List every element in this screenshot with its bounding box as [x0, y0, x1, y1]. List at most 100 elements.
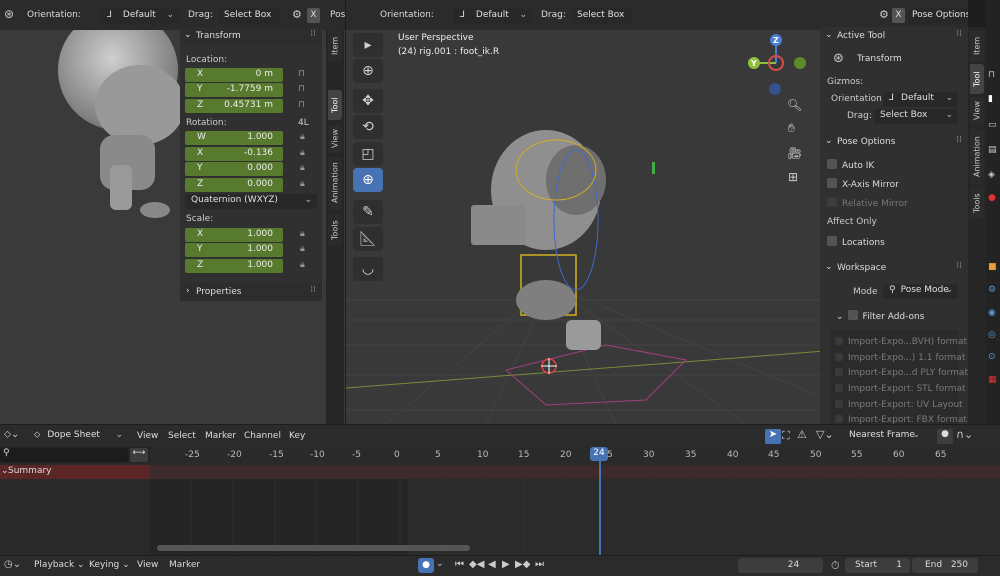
world-props-icon[interactable]: ●: [988, 193, 996, 203]
drag-handle-icon[interactable]: ⁞⁞: [956, 135, 962, 145]
pan-hand-icon[interactable]: ✋︎: [788, 121, 795, 136]
rotation-mode-dropdown[interactable]: Quaternion (WXYZ) ⌄: [185, 194, 317, 209]
play-reverse-icon[interactable]: ◀: [488, 559, 496, 570]
gizmo-drag-dropdown[interactable]: Select Box ⌄: [874, 109, 958, 124]
unlock-icon[interactable]: ⊓: [298, 69, 305, 79]
jump-start-icon[interactable]: ⏮: [455, 559, 464, 570]
annotate-tool[interactable]: ✎: [353, 200, 383, 224]
unlock-icon[interactable]: ⊓: [298, 100, 305, 110]
location-x-field[interactable]: X 0 m: [185, 68, 283, 82]
render-props-icon[interactable]: ▮: [988, 94, 993, 104]
tab-animation[interactable]: Animation: [970, 129, 984, 184]
editor-type-icon[interactable]: ⬦⌄: [4, 429, 19, 440]
show-hidden-icon[interactable]: ⛶: [782, 429, 790, 443]
object-props-icon[interactable]: ■: [988, 262, 997, 272]
swap-sort-button[interactable]: ⟷: [130, 448, 148, 462]
tab-tool[interactable]: Tool: [970, 64, 984, 94]
start-frame-field[interactable]: Start 1: [845, 558, 910, 573]
pos-label[interactable]: Pos: [330, 10, 345, 20]
cursor-tool[interactable]: ⊕: [353, 59, 383, 83]
proportional-edit-button[interactable]: ●: [937, 429, 953, 444]
addon-item[interactable]: Import-Expo...BVH) format: [835, 337, 967, 347]
scale-tool[interactable]: ◰: [353, 142, 383, 166]
auto-key-button[interactable]: ●: [418, 558, 434, 573]
menu-view[interactable]: View: [137, 560, 158, 570]
drag-handle-icon[interactable]: ⁞⁞: [310, 29, 316, 39]
constraints-props-icon[interactable]: ⊙: [988, 352, 996, 362]
addon-item[interactable]: Import-Export: STL format: [835, 384, 966, 394]
falloff-icon[interactable]: ∩⌄: [956, 428, 973, 441]
lock-icon[interactable]: 🔒︎: [300, 179, 305, 189]
addon-item[interactable]: Import-Expo...) 1.1 format: [835, 353, 965, 363]
close-x-button[interactable]: X: [892, 8, 905, 23]
addon-item[interactable]: Import-Export: FBX format: [835, 415, 967, 424]
orientation-dropdown[interactable]: ⅃ Default ⌄: [454, 8, 532, 24]
frame-ruler[interactable]: -25 -20 -15 -10 -5 0 5 10 15 20 30 35 40 45 50 55 60 65: [150, 447, 1000, 463]
snap-mode-dropdown[interactable]: Nearest Frame ⌄: [843, 428, 925, 444]
transform-pivot-icon[interactable]: ⚙: [292, 8, 302, 21]
drag-dropdown[interactable]: Select Box: [218, 8, 280, 24]
only-selected-button[interactable]: ➤: [765, 429, 781, 444]
drag-handle-icon[interactable]: ⁞⁞: [956, 29, 962, 39]
play-icon[interactable]: ▶: [502, 559, 510, 570]
menu-view[interactable]: View: [137, 431, 158, 441]
scene-props-icon[interactable]: ◈: [988, 170, 995, 180]
transform-header[interactable]: ⌄ Transform ⁞⁞: [180, 27, 322, 45]
playhead-line[interactable]: [599, 461, 601, 555]
close-x-button[interactable]: X: [307, 8, 320, 23]
channel-search-input[interactable]: ⚲: [0, 448, 128, 462]
current-frame-badge[interactable]: 24: [590, 447, 608, 461]
y-axis-neg-icon[interactable]: [794, 57, 806, 69]
menu-channel[interactable]: Channel: [244, 431, 281, 441]
camera-icon[interactable]: 🎥︎: [787, 146, 802, 160]
pose-options-header[interactable]: ⌄ Pose Options ⁞⁞: [820, 133, 968, 151]
tab-item[interactable]: Item: [970, 30, 984, 62]
measure-tool[interactable]: 📐︎: [353, 227, 383, 251]
transform-tool[interactable]: ⊕: [353, 168, 383, 192]
menu-playback[interactable]: Playback ⌄: [34, 560, 85, 570]
drag-handle-icon[interactable]: ⁞⁞: [310, 285, 316, 295]
rotation-x-field[interactable]: X -0.136: [185, 147, 283, 161]
location-y-field[interactable]: Y -1.7759 m: [185, 83, 283, 97]
view-layer-icon[interactable]: ▤: [988, 145, 997, 155]
lock-icon[interactable]: 🔒︎: [300, 229, 305, 239]
zoom-icon[interactable]: 🔍︎: [787, 98, 802, 112]
timeline-editor-icon[interactable]: ◷⌄: [4, 559, 21, 570]
lock-icon[interactable]: 🔒︎: [300, 148, 305, 158]
orientation-dropdown[interactable]: ⅃ Default ⌄: [101, 8, 179, 24]
horizontal-scrollbar[interactable]: [157, 545, 470, 551]
transform-pivot-icon[interactable]: ⚙: [879, 8, 889, 21]
menu-key[interactable]: Key: [289, 431, 305, 441]
addon-item[interactable]: Import-Expo...d PLY format: [835, 368, 968, 378]
active-tool-header[interactable]: ⌄ Active Tool ⁞⁞: [820, 27, 968, 45]
modifier-props-icon[interactable]: ⚙: [988, 285, 996, 295]
scale-z-field[interactable]: Z 1.000: [185, 259, 283, 273]
filter-icon[interactable]: ▽⌄: [816, 428, 834, 441]
pose-options-dropdown[interactable]: Pose Options: [909, 8, 968, 24]
transform-orientation-icon[interactable]: ⊛: [4, 7, 14, 21]
locations-checkbox[interactable]: Locations: [827, 236, 885, 248]
gizmo-orientation-dropdown[interactable]: ⅃ Default ⌄: [883, 92, 958, 107]
unlock-icon[interactable]: ⊓: [298, 84, 305, 94]
tab-tool[interactable]: Tool: [328, 90, 342, 120]
lock-icon[interactable]: 🔒︎: [300, 244, 305, 254]
warning-icon[interactable]: ⚠: [797, 428, 807, 441]
keyframe-area[interactable]: [150, 463, 1000, 555]
end-frame-field[interactable]: End 250: [912, 558, 978, 573]
rotation-z-field[interactable]: Z 0.000: [185, 178, 283, 192]
rotation-4l-badge[interactable]: 4L: [298, 118, 309, 128]
location-z-field[interactable]: Z 0.45731 m: [185, 99, 283, 113]
stopwatch-icon[interactable]: ⏱: [831, 559, 840, 573]
lock-icon[interactable]: 🔒︎: [300, 163, 305, 173]
tab-animation[interactable]: Animation: [328, 157, 342, 209]
scale-x-field[interactable]: X 1.000: [185, 228, 283, 242]
drag-handle-icon[interactable]: ⁞⁞: [956, 261, 962, 271]
menu-marker[interactable]: Marker: [169, 560, 200, 570]
filter-addons-checkbox[interactable]: ⌄ Filter Add-ons: [836, 310, 924, 322]
jump-end-icon[interactable]: ⏭: [535, 559, 544, 570]
addon-item[interactable]: Import-Export: UV Layout: [835, 400, 963, 410]
menu-select[interactable]: Select: [168, 431, 196, 441]
tab-item[interactable]: Item: [328, 30, 342, 62]
z-axis-neg-icon[interactable]: [769, 83, 781, 95]
properties-header[interactable]: › Properties ⁞⁞: [180, 283, 322, 301]
